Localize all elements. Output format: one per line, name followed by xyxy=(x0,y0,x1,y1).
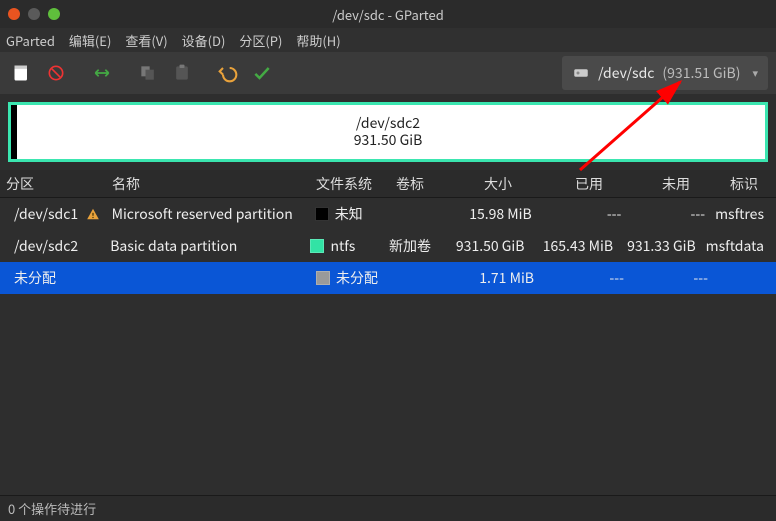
status-bar: 0 个操作待进行 xyxy=(0,495,776,521)
filesystem: 未分配 xyxy=(336,268,378,288)
chevron-down-icon: ▾ xyxy=(752,65,758,81)
filesystem: ntfs xyxy=(330,236,355,256)
table-row[interactable]: /dev/sdc1 Microsoft reserved partition 未知 1… xyxy=(0,198,776,230)
harddrive-icon xyxy=(572,64,590,82)
table-row[interactable]: /dev/sdc2Basic data partitionntfs新加卷931.… xyxy=(0,230,776,262)
menu-help[interactable]: 帮助(H) xyxy=(296,31,340,50)
window-controls xyxy=(8,8,60,20)
unused: --- xyxy=(634,268,718,288)
col-partition[interactable]: 分区 xyxy=(0,174,112,194)
menu-view[interactable]: 查看(V) xyxy=(125,31,167,50)
menu-edit[interactable]: 编辑(E) xyxy=(69,31,111,50)
col-filesystem[interactable]: 文件系统 xyxy=(316,174,396,194)
vis-partition-size: 931.50 GiB xyxy=(354,132,423,150)
window-title: /dev/sdc - GParted xyxy=(332,5,444,24)
col-label[interactable]: 卷标 xyxy=(396,174,452,194)
warning-icon xyxy=(86,207,100,221)
col-size[interactable]: 大小 xyxy=(452,174,544,194)
volume-label: 新加卷 xyxy=(389,236,444,256)
toolbar: /dev/sdc (931.51 GiB) ▾ xyxy=(0,52,776,94)
unused: 931.33 GiB xyxy=(623,236,706,256)
new-partition-button[interactable] xyxy=(8,59,36,87)
partition-visualizer: /dev/sdc2 931.50 GiB xyxy=(0,94,776,170)
col-used[interactable]: 已用 xyxy=(544,174,634,194)
device-path: /dev/sdc xyxy=(598,63,654,83)
size: 15.98 MiB xyxy=(450,204,542,224)
partition-path: /dev/sdc2 xyxy=(14,236,78,256)
close-window-button[interactable] xyxy=(8,8,20,20)
paste-button[interactable] xyxy=(168,59,196,87)
device-size: (931.51 GiB) xyxy=(662,63,740,83)
col-name[interactable]: 名称 xyxy=(112,174,316,194)
used: --- xyxy=(542,204,632,224)
partition-name: Basic data partition xyxy=(110,236,310,256)
table-header: 分区 名称 文件系统 卷标 大小 已用 未用 标识 xyxy=(0,170,776,198)
copy-button[interactable] xyxy=(134,59,162,87)
unused: --- xyxy=(631,204,715,224)
fs-swatch xyxy=(315,207,329,221)
used: --- xyxy=(544,268,634,288)
menu-device[interactable]: 设备(D) xyxy=(182,31,226,50)
used: 165.43 MiB xyxy=(534,236,623,256)
delete-button[interactable] xyxy=(42,59,70,87)
filesystem: 未知 xyxy=(335,204,363,224)
col-flags[interactable]: 标识 xyxy=(718,174,776,194)
status-text: 0 个操作待进行 xyxy=(8,499,96,518)
apply-button[interactable] xyxy=(248,59,276,87)
menu-partition[interactable]: 分区(P) xyxy=(239,31,282,50)
col-unused[interactable]: 未用 xyxy=(634,174,718,194)
maximize-window-button[interactable] xyxy=(48,8,60,20)
partition-name: Microsoft reserved partition xyxy=(112,204,315,224)
device-selector[interactable]: /dev/sdc (931.51 GiB) ▾ xyxy=(562,56,768,90)
size: 931.50 GiB xyxy=(444,236,535,256)
flags: msftdata xyxy=(706,236,776,256)
size: 1.71 MiB xyxy=(452,268,544,288)
undo-button[interactable] xyxy=(214,59,242,87)
menubar: GParted 编辑(E) 查看(V) 设备(D) 分区(P) 帮助(H) xyxy=(0,28,776,52)
minimize-window-button[interactable] xyxy=(28,8,40,20)
flags: msftres xyxy=(715,204,776,224)
menu-gparted[interactable]: GParted xyxy=(6,31,55,50)
partition-block-sdc2[interactable]: /dev/sdc2 931.50 GiB xyxy=(8,102,768,162)
partition-path: 未分配 xyxy=(14,268,56,288)
partition-path: /dev/sdc1 xyxy=(14,204,78,224)
resize-button[interactable] xyxy=(88,59,116,87)
titlebar: /dev/sdc - GParted xyxy=(0,0,776,28)
fs-swatch xyxy=(316,271,330,285)
partition-table-body: /dev/sdc1 Microsoft reserved partition 未知 1… xyxy=(0,198,776,294)
table-row[interactable]: 未分配未分配1.71 MiB------ xyxy=(0,262,776,294)
fs-swatch xyxy=(310,239,324,253)
